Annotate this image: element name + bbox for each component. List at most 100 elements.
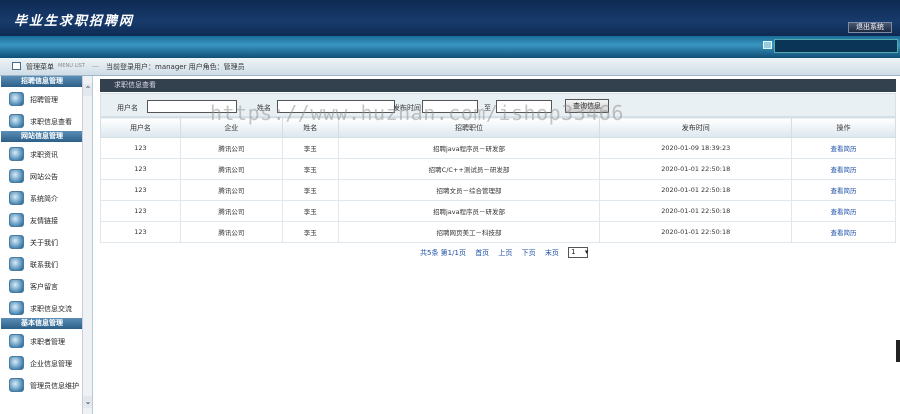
table-row: 123 腾讯公司 李玉 招聘文员－综合管理部 2020-01-01 22:50:… [100,179,896,201]
cell-username: 123 [100,221,181,243]
sidebar: 招聘信息管理 招聘管理 求职信息查看 网站信息管理 求职资讯 网站公告 系统简介… [0,76,93,414]
view-resume-link[interactable]: 查看简历 [791,137,896,159]
cell-company: 腾讯公司 [179,200,283,222]
cell-publish-time: 2020-01-01 22:50:18 [599,221,793,243]
gear-icon [9,334,24,348]
page-summary: 共5条 第1/1页 [420,248,466,257]
sidebar-item-recruit-manage[interactable]: 招聘管理 [0,87,82,109]
view-resume-link[interactable]: 查看简历 [791,200,896,222]
gear-icon [9,301,24,315]
sidebar-item-label: 系统简介 [30,195,58,203]
sidebar-item-label: 管理员信息维护 [30,382,79,390]
sidebar-item-admins[interactable]: 管理员信息维护 [0,373,82,395]
sidebar-scrollbar[interactable]: ⌃ ⌄ [82,76,92,414]
watermark: https://www.huzhan.com/ishop33466 [210,101,624,125]
site-logo: 毕业生求职招聘网 [14,14,135,29]
sidebar-item-notice[interactable]: 网站公告 [0,164,82,186]
sidebar-item-companies[interactable]: 企业信息管理 [0,351,82,373]
table-row: 123 腾讯公司 李玉 招聘网页美工－科技部 2020-01-01 22:50:… [100,221,896,243]
sidebar-item-label: 联系我们 [30,261,58,269]
login-status: 当前登录用户：manager 用户角色：管理员 [106,63,245,71]
sidebar-item-seekers[interactable]: 求职者管理 [0,329,82,351]
gear-icon [9,378,24,392]
cell-name: 李玉 [281,221,339,243]
sidebar-group-title[interactable]: 基本信息管理 [1,318,83,329]
sidebar-item-job-view[interactable]: 求职信息查看 [0,109,82,131]
sidebar-item-label: 友情链接 [30,217,58,225]
cell-position: 招聘java程序员－研发部 [337,137,601,159]
gear-icon [9,257,24,271]
sidebar-item-exchange[interactable]: 求职信息交流 [0,296,82,318]
right-edge-tab [896,340,900,362]
col-action: 操作 [791,117,896,138]
sidebar-item-label: 客户留言 [30,283,58,291]
logout-button[interactable]: 退出系统 [848,22,892,33]
menu-en-label: MENU LIST [58,63,85,69]
gear-icon [9,114,24,128]
last-page-link[interactable]: 末页 [545,249,559,257]
view-resume-link[interactable]: 查看简历 [791,158,896,180]
cell-company: 腾讯公司 [179,158,283,180]
view-resume-link[interactable]: 查看简历 [791,179,896,201]
header-band [0,36,900,58]
sidebar-group-title[interactable]: 招聘信息管理 [1,76,83,87]
sidebar-item-label: 求职信息查看 [30,118,72,126]
sidebar-item-job-news[interactable]: 求职资讯 [0,142,82,164]
next-page-link[interactable]: 下页 [522,249,536,257]
cell-position: 招聘C/C++测试员－研发部 [337,158,601,180]
col-publish-time: 发布时间 [599,117,793,138]
cell-company: 腾讯公司 [179,179,283,201]
gear-icon [9,235,24,249]
first-page-link[interactable]: 首页 [475,249,489,257]
sidebar-item-label: 求职信息交流 [30,305,72,313]
breadcrumb: 管理菜单 MENU LIST — 当前登录用户：manager 用户角色：管理员 [0,58,900,76]
table-row: 123 腾讯公司 李玉 招聘java程序员－研发部 2020-01-01 22:… [100,200,896,222]
gear-icon [9,213,24,227]
page-select[interactable]: 1 ▾ [568,247,588,258]
panel-title: 求职信息查看 [100,79,896,92]
sidebar-group-title[interactable]: 网站信息管理 [1,131,83,142]
pagination: 共5条 第1/1页 首页 上页 下页 末页 1 ▾ [420,247,595,258]
col-username: 用户名 [100,117,181,138]
sidebar-item-messages[interactable]: 客户留言 [0,274,82,296]
view-resume-link[interactable]: 查看简历 [791,221,896,243]
gear-icon [9,356,24,370]
sidebar-item-label: 求职资讯 [30,151,58,159]
sidebar-item-label: 关于我们 [30,239,58,247]
top-header: 毕业生求职招聘网 退出系统 [0,0,900,36]
cell-publish-time: 2020-01-09 18:39:23 [599,137,793,159]
cell-position: 招聘网页美工－科技部 [337,221,601,243]
sidebar-item-contact[interactable]: 联系我们 [0,252,82,274]
cell-username: 123 [100,200,181,222]
gear-icon [9,169,24,183]
table-row: 123 腾讯公司 李玉 招聘C/C++测试员－研发部 2020-01-01 22… [100,158,896,180]
gear-icon [9,279,24,293]
cell-publish-time: 2020-01-01 22:50:18 [599,200,793,222]
menu-list-icon [12,62,21,70]
job-table: 用户名 企业 姓名 招聘职位 发布时间 操作 123 腾讯公司 李玉 招聘jav… [100,117,896,243]
chevron-up-icon[interactable]: ⌃ [83,84,92,96]
sidebar-item-intro[interactable]: 系统简介 [0,186,82,208]
main-content: 求职信息查看 用户名 姓名 发布时间 至 查询信息 用户名 企业 姓名 招聘职位… [94,76,900,414]
menu-label: 管理菜单 [26,63,54,71]
prev-page-link[interactable]: 上页 [498,249,512,257]
cell-name: 李玉 [281,137,339,159]
cell-publish-time: 2020-01-01 22:50:18 [599,158,793,180]
table-row: 123 腾讯公司 李玉 招聘java程序员－研发部 2020-01-09 18:… [100,137,896,159]
sidebar-item-label: 招聘管理 [30,96,58,104]
cell-position: 招聘java程序员－研发部 [337,200,601,222]
sidebar-item-label: 网站公告 [30,173,58,181]
window-icon[interactable] [763,41,772,49]
cell-name: 李玉 [281,200,339,222]
page-select-value: 1 [571,248,576,256]
gear-icon [9,191,24,205]
sidebar-item-about[interactable]: 关于我们 [0,230,82,252]
cell-company: 腾讯公司 [179,137,283,159]
username-label: 用户名 [117,104,138,112]
chevron-down-icon[interactable]: ⌄ [83,396,92,408]
sidebar-item-links[interactable]: 友情链接 [0,208,82,230]
cell-name: 李玉 [281,158,339,180]
cell-company: 腾讯公司 [179,221,283,243]
cell-name: 李玉 [281,179,339,201]
cell-username: 123 [100,137,181,159]
